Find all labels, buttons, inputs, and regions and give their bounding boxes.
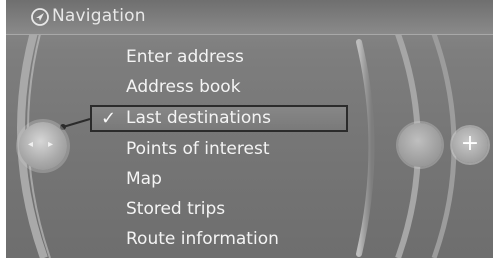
menu-item-enter-address[interactable]: Enter address [126, 43, 244, 71]
menu-item-map[interactable]: Map [126, 165, 162, 193]
menu-item-points-of-interest[interactable]: Points of interest [126, 135, 269, 163]
scroll-knob[interactable] [398, 123, 442, 167]
right-arrow-icon: ▸ [48, 139, 54, 150]
menu-item-last-destinations[interactable]: Last destinations [126, 104, 271, 132]
pointer-line [62, 118, 91, 128]
scroll-rail [356, 39, 375, 257]
title-bar: Navigation [6, 0, 493, 35]
menu-item-route-information[interactable]: Route information [126, 225, 279, 253]
navigation-icon [31, 8, 49, 26]
menu-item-address-book[interactable]: Address book [126, 73, 241, 101]
plus-button[interactable]: + [452, 127, 488, 163]
page-title: Navigation [52, 6, 146, 26]
navigation-screen: Navigation ✓ Enter address Address book … [6, 0, 493, 258]
left-arrow-icon: ◂ [28, 139, 34, 150]
controller-knob[interactable]: ◂ ▸ [19, 122, 67, 170]
menu-item-stored-trips[interactable]: Stored trips [126, 195, 225, 223]
checkmark-icon: ✓ [101, 108, 117, 129]
